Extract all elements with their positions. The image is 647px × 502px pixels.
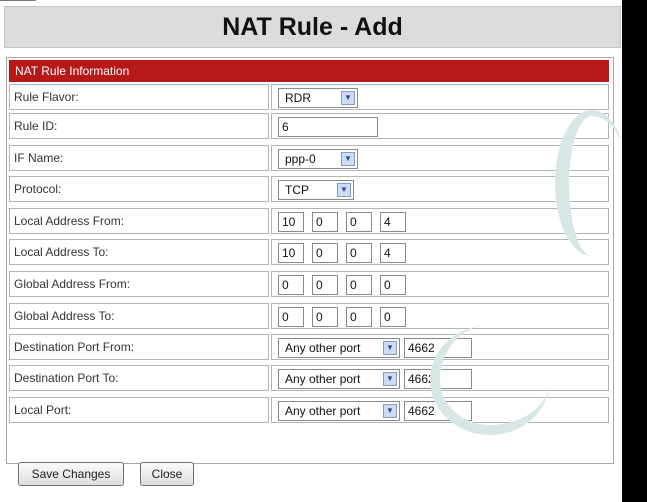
row-if-name: IF Name: ppp-0 ▼ (9, 145, 609, 173)
local-address-to-label: Local Address To: (9, 239, 269, 265)
local-address-to-octet-1[interactable]: 10 (278, 243, 304, 263)
if-name-value: ppp-0 (285, 152, 316, 166)
destination-port-from-label: Destination Port From: (9, 334, 269, 360)
local-address-from-octet-3[interactable]: 0 (346, 212, 372, 232)
destination-port-to-select-value: Any other port (285, 372, 361, 386)
section-header: NAT Rule Information (9, 60, 609, 82)
global-address-from-label: Global Address From: (9, 271, 269, 297)
chevron-down-icon[interactable]: ▼ (383, 372, 397, 386)
protocol-select[interactable]: TCP ▼ (278, 180, 354, 200)
global-address-to-octet-3[interactable]: 0 (346, 307, 372, 327)
watermark-arc (430, 325, 550, 435)
global-address-to-octet-1[interactable]: 0 (278, 307, 304, 327)
local-port-select-value: Any other port (285, 404, 361, 418)
local-address-from-label: Local Address From: (9, 208, 269, 234)
protocol-value: TCP (285, 183, 309, 197)
chevron-down-icon[interactable]: ▼ (383, 341, 397, 355)
rule-id-label: Rule ID: (9, 113, 269, 139)
if-name-select[interactable]: ppp-0 ▼ (278, 149, 358, 169)
window-edge (622, 0, 647, 502)
local-port-select[interactable]: Any other port ▼ (278, 401, 400, 421)
global-address-to-cell: 0 0 0 0 (271, 303, 609, 329)
local-address-to-octet-2[interactable]: 0 (312, 243, 338, 263)
row-rule-flavor: Rule Flavor: RDR ▼ (9, 84, 609, 112)
local-address-to-octet-3[interactable]: 0 (346, 243, 372, 263)
protocol-label: Protocol: (9, 176, 269, 202)
close-button[interactable]: Close (140, 462, 194, 486)
tab-stub (0, 0, 36, 4)
destination-port-to-select[interactable]: Any other port ▼ (278, 369, 400, 389)
rule-flavor-label: Rule Flavor: (9, 84, 269, 110)
rule-id-cell: 6 (271, 113, 609, 139)
rule-flavor-select[interactable]: RDR ▼ (278, 88, 358, 108)
chevron-down-icon[interactable]: ▼ (383, 404, 397, 418)
watermark-arc (555, 110, 629, 256)
destination-port-from-select[interactable]: Any other port ▼ (278, 338, 400, 358)
local-address-from-octet-2[interactable]: 0 (312, 212, 338, 232)
row-global-address-to: Global Address To: 0 0 0 0 (9, 303, 609, 331)
rule-flavor-cell: RDR ▼ (271, 84, 609, 110)
row-local-address-from: Local Address From: 10 0 0 4 (9, 208, 609, 236)
save-changes-button[interactable]: Save Changes (18, 462, 124, 486)
chevron-down-icon[interactable]: ▼ (337, 183, 351, 197)
local-address-from-octet-4[interactable]: 4 (380, 212, 406, 232)
destination-port-from-select-value: Any other port (285, 341, 361, 355)
global-address-from-cell: 0 0 0 0 (271, 271, 609, 297)
local-port-label: Local Port: (9, 397, 269, 423)
global-address-to-octet-2[interactable]: 0 (312, 307, 338, 327)
global-address-from-octet-3[interactable]: 0 (346, 275, 372, 295)
global-address-from-octet-1[interactable]: 0 (278, 275, 304, 295)
local-address-to-cell: 10 0 0 4 (271, 239, 609, 265)
if-name-label: IF Name: (9, 145, 269, 171)
destination-port-to-label: Destination Port To: (9, 365, 269, 391)
row-local-address-to: Local Address To: 10 0 0 4 (9, 239, 609, 267)
global-address-from-octet-2[interactable]: 0 (312, 275, 338, 295)
rule-id-input[interactable]: 6 (278, 117, 378, 137)
rule-flavor-value: RDR (285, 91, 311, 105)
page-title: NAT Rule - Add (4, 6, 621, 48)
global-address-to-label: Global Address To: (9, 303, 269, 329)
chevron-down-icon[interactable]: ▼ (341, 91, 355, 105)
page: NAT Rule - Add NAT Rule Information Rule… (0, 0, 629, 502)
row-protocol: Protocol: TCP ▼ (9, 176, 609, 204)
global-address-to-octet-4[interactable]: 0 (380, 307, 406, 327)
global-address-from-octet-4[interactable]: 0 (380, 275, 406, 295)
row-global-address-from: Global Address From: 0 0 0 0 (9, 271, 609, 299)
local-address-from-octet-1[interactable]: 10 (278, 212, 304, 232)
local-address-to-octet-4[interactable]: 4 (380, 243, 406, 263)
chevron-down-icon[interactable]: ▼ (341, 152, 355, 166)
row-rule-id: Rule ID: 6 (9, 113, 609, 141)
